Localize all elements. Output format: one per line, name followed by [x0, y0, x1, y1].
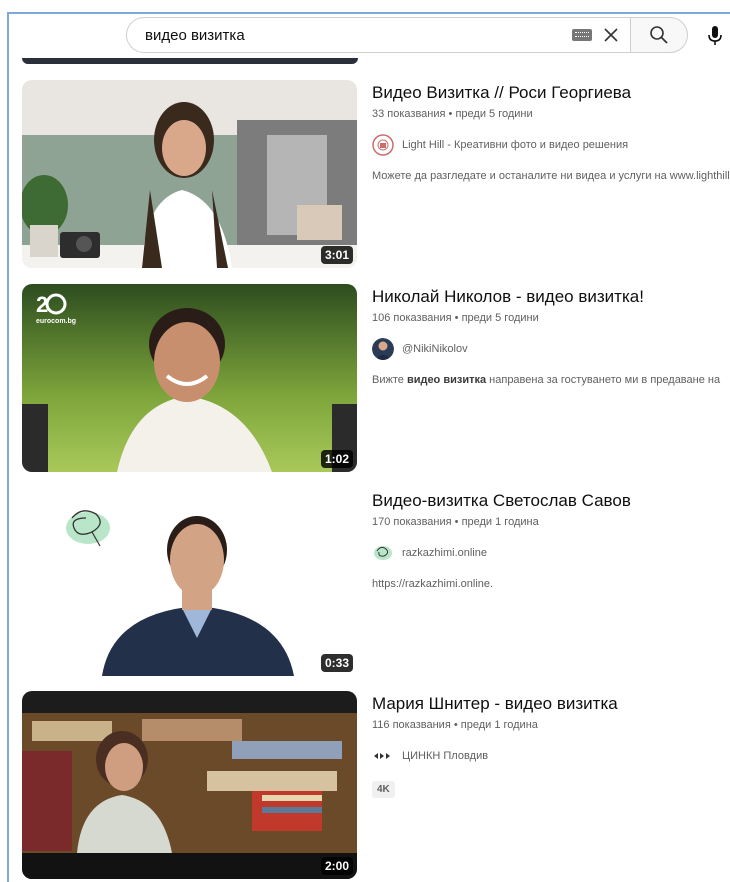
channel-name[interactable]: Light Hill - Креативни фото и видео реше…	[402, 139, 628, 151]
video-duration: 1:02	[320, 450, 353, 468]
upload-age: преди 5 години	[455, 108, 533, 120]
video-duration: 3:01	[320, 246, 353, 264]
video-duration: 0:33	[320, 654, 353, 672]
view-count: 106 показвания	[372, 312, 452, 324]
window-frame-left	[7, 12, 9, 882]
channel-avatar[interactable]	[372, 338, 394, 360]
clear-icon[interactable]	[602, 26, 620, 44]
meta-separator: •	[451, 312, 462, 324]
video-result[interactable]: 3:01 Видео Визитка // Роси Георгиева 33 …	[22, 80, 730, 270]
upload-age: преди 1 година	[460, 719, 538, 731]
video-title[interactable]: Видео Визитка // Роси Георгиева	[372, 82, 730, 104]
meta-separator: •	[450, 719, 461, 731]
channel-avatar[interactable]	[372, 745, 394, 767]
video-thumbnail[interactable]: 3:01	[22, 80, 357, 268]
meta-separator: •	[445, 108, 456, 120]
channel-name[interactable]: razkazhimi.online	[402, 547, 487, 559]
channel-link[interactable]: ЦИНКН Пловдив	[372, 745, 730, 767]
thumbnail-image: 2	[22, 284, 357, 472]
upload-age: преди 5 години	[461, 312, 539, 324]
upload-age: преди 1 година	[461, 516, 539, 528]
channel-link[interactable]: razkazhimi.online	[372, 542, 730, 564]
video-result[interactable]: 2 eurocom.bg 1:02 Николай Николов - виде…	[22, 284, 730, 474]
video-duration: 2:00	[320, 857, 353, 875]
description-highlight: видео визитка	[406, 374, 487, 386]
meta-separator: •	[451, 516, 462, 528]
video-title[interactable]: Видео-визитка Светослав Савов	[372, 490, 730, 512]
video-meta: 106 показвания • преди 5 години	[372, 312, 730, 324]
video-result[interactable]: 2:00 Мария Шнитер - видео визитка 116 по…	[22, 691, 730, 881]
search-box	[126, 17, 630, 53]
channel-name[interactable]: ЦИНКН Пловдив	[402, 750, 488, 762]
thumbnail-image	[22, 488, 357, 676]
keyboard-icon[interactable]	[572, 29, 592, 41]
video-description: https://razkazhimi.online.	[372, 578, 494, 590]
view-count: 33 показвания	[372, 108, 446, 120]
search-input[interactable]	[143, 25, 572, 45]
video-meta: 33 показвания • преди 5 години	[372, 108, 730, 120]
video-result[interactable]: 0:33 Видео-визитка Светослав Савов 170 п…	[22, 488, 730, 678]
previous-result-thumbnail-edge[interactable]	[22, 58, 358, 64]
channel-link[interactable]: Light Hill - Креативни фото и видео реше…	[372, 134, 730, 156]
video-thumbnail[interactable]: 0:33	[22, 488, 357, 676]
video-meta: 170 показвания • преди 1 година	[372, 516, 730, 528]
thumbnail-logo-text: eurocom.bg	[36, 318, 77, 325]
window-frame-top	[7, 12, 730, 14]
channel-link[interactable]: @NikiNikolov	[372, 338, 730, 360]
description-text: направена за гостуването ми в предаване …	[486, 374, 721, 386]
video-description: Можете да разгледате и останалите ни вид…	[372, 170, 730, 182]
view-count: 170 показвания	[372, 516, 452, 528]
video-meta: 116 показвания • преди 1 година	[372, 719, 730, 731]
description-text: Вижте	[372, 374, 407, 386]
video-title[interactable]: Николай Николов - видео визитка!	[372, 286, 730, 308]
search-bar	[126, 17, 688, 55]
voice-search-button[interactable]	[704, 24, 726, 48]
search-icon	[650, 26, 668, 44]
search-button[interactable]	[630, 17, 688, 53]
thumbnail-image	[22, 691, 357, 879]
microphone-icon	[708, 26, 722, 45]
video-thumbnail[interactable]: 2:00	[22, 691, 357, 879]
view-count: 116 показвания	[372, 719, 451, 731]
video-description: Вижте видео визитка направена за гостува…	[372, 374, 730, 386]
thumbnail-image	[22, 80, 357, 268]
video-title[interactable]: Мария Шнитер - видео визитка	[372, 693, 730, 715]
channel-avatar[interactable]	[372, 134, 394, 156]
quality-badge: 4K	[372, 781, 395, 798]
channel-name[interactable]: @NikiNikolov	[402, 343, 468, 355]
video-thumbnail[interactable]: 2 eurocom.bg 1:02	[22, 284, 357, 472]
channel-avatar[interactable]	[372, 542, 394, 564]
